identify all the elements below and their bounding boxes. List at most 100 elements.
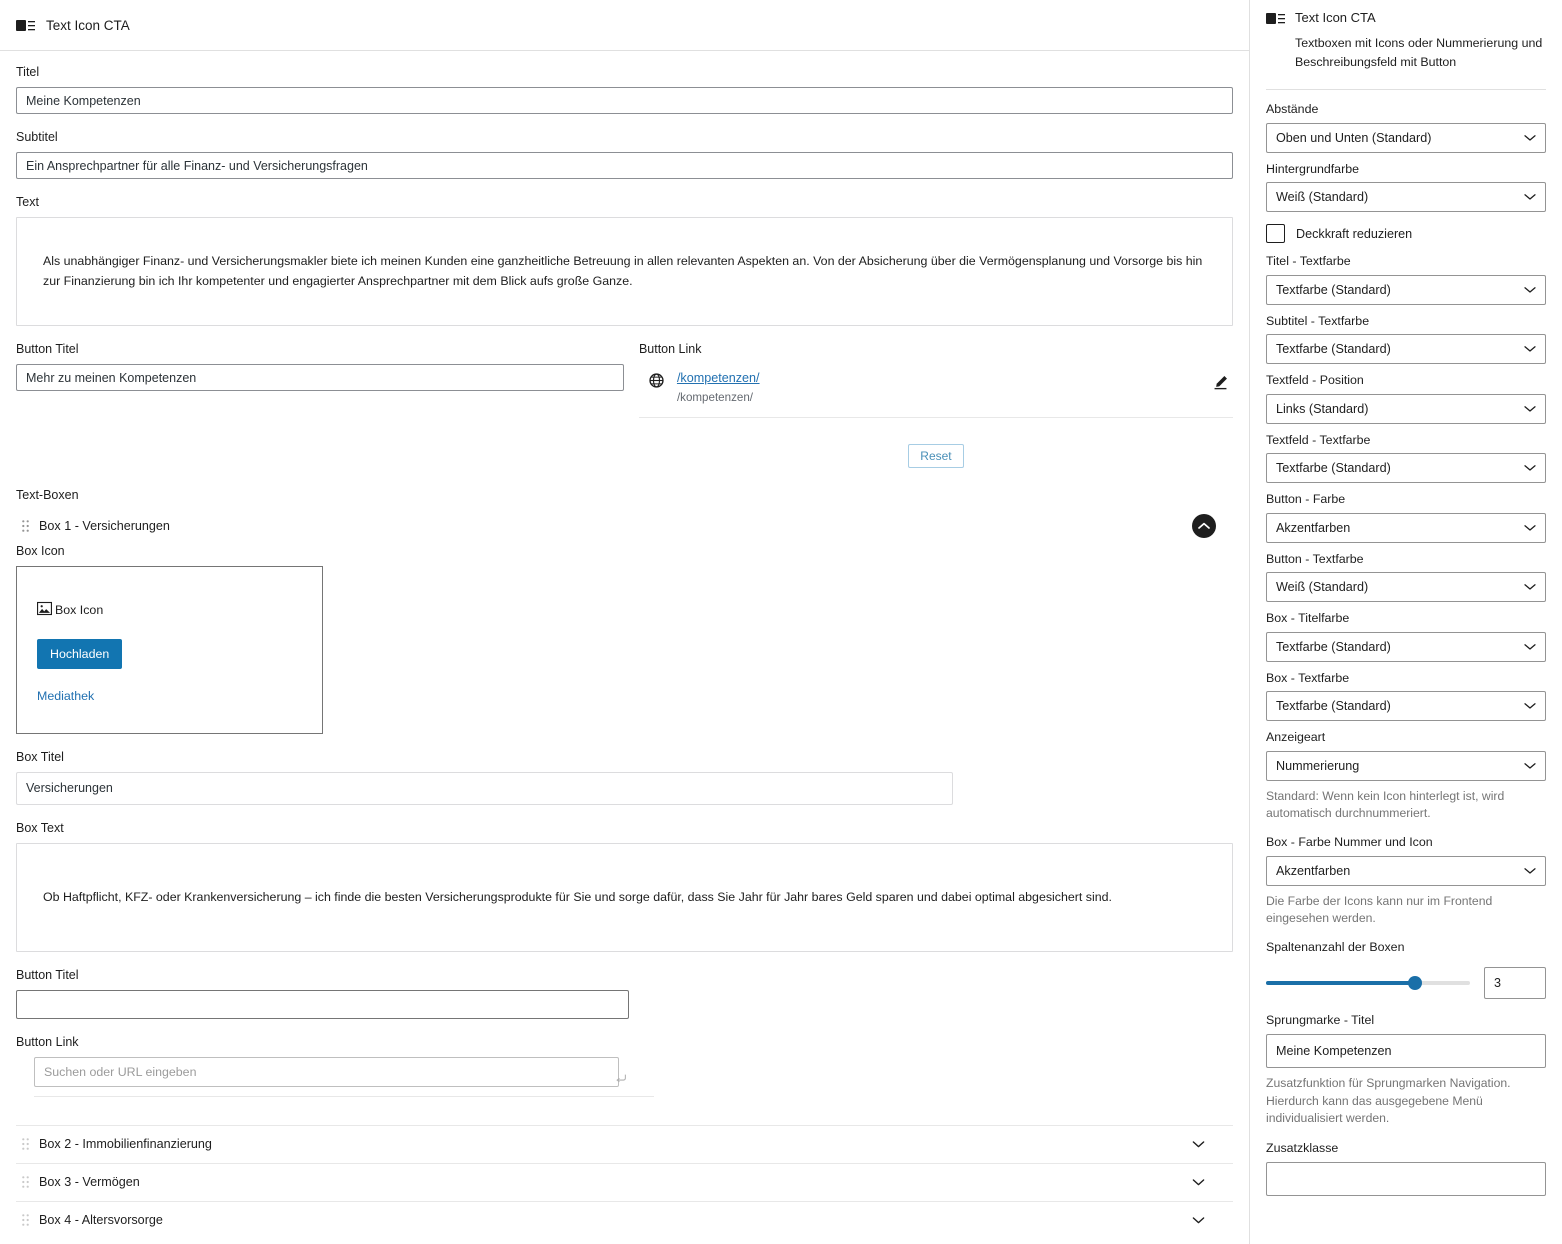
drag-handle-icon[interactable] xyxy=(16,1138,34,1151)
box-header-1[interactable]: Box 1 - Versicherungen xyxy=(16,510,1233,544)
chevron-down-icon xyxy=(1524,580,1536,594)
label-text: Text xyxy=(16,195,39,209)
select-titel-textfarbe-value: Textfarbe (Standard) xyxy=(1276,282,1391,297)
label-box-textfarbe: Box - Textfarbe xyxy=(1266,670,1350,685)
label-box-titelfarbe: Box - Titelfarbe xyxy=(1266,611,1350,626)
slider-fill xyxy=(1266,981,1415,986)
spaltenanzahl-number-input[interactable] xyxy=(1484,967,1546,1000)
box-header-2[interactable]: Box 2 - Immobilienfinanzierung xyxy=(16,1124,1233,1163)
slider-thumb[interactable] xyxy=(1407,976,1422,991)
help-sprungmarke: Zusatzfunktion für Sprungmarken Navigati… xyxy=(1266,1075,1511,1126)
label-textfeld-textfarbe: Textfeld - Textfarbe xyxy=(1266,432,1371,447)
link-url[interactable]: /kompetenzen/ xyxy=(677,370,1195,387)
collapsed-boxes: Box 2 - Immobilienfinanzierung Box 3 - V… xyxy=(16,1124,1233,1239)
link-preview: /kompetenzen/ /kompetenzen/ xyxy=(638,364,1233,418)
chevron-down-icon xyxy=(1524,402,1536,416)
label-button-titel: Button Titel xyxy=(16,342,79,357)
media-and-text-icon xyxy=(16,19,35,32)
upload-button[interactable]: Hochladen xyxy=(37,638,123,669)
chevron-down-icon[interactable] xyxy=(1186,1137,1211,1152)
box-icon-uploader: Box Icon Hochladen Mediathek xyxy=(16,565,323,734)
select-anzeigeart-value: Nummerierung xyxy=(1276,758,1360,773)
box-button-link-input[interactable] xyxy=(35,1057,618,1086)
checkbox-row-deckkraft: Deckkraft reduzieren xyxy=(1266,224,1546,244)
box-name-1: Box 1 - Versicherungen xyxy=(39,518,170,533)
select-box-farbe-nummer-icon-value: Akzentfarben xyxy=(1276,863,1351,878)
select-button-textfarbe[interactable]: Weiß (Standard) xyxy=(1266,572,1546,603)
label-box-farbe-nummer-icon: Box - Farbe Nummer und Icon xyxy=(1266,835,1433,850)
box-button-titel-input[interactable] xyxy=(16,989,629,1019)
label-box-titel: Box Titel xyxy=(16,749,64,764)
sprungmarke-titel-input[interactable] xyxy=(1266,1033,1546,1068)
drag-handle-icon[interactable] xyxy=(16,520,34,532)
label-box-text: Box Text xyxy=(16,820,64,835)
select-subtitel-textfarbe-value: Textfarbe (Standard) xyxy=(1276,342,1391,357)
reset-row: Reset xyxy=(639,443,1233,468)
drag-handle-icon[interactable] xyxy=(16,1214,34,1227)
box-header-4[interactable]: Box 4 - Altersvorsorge xyxy=(16,1200,1233,1239)
label-abstaende: Abstände xyxy=(1266,102,1319,117)
box-titel-input[interactable] xyxy=(16,771,953,805)
box-button-link-search[interactable] xyxy=(34,1056,626,1087)
box-name-3: Box 3 - Vermögen xyxy=(39,1175,140,1190)
label-titel-textfarbe: Titel - Textfarbe xyxy=(1266,254,1351,269)
chevron-down-icon[interactable] xyxy=(1186,1213,1211,1228)
label-hintergrundfarbe: Hintergrundfarbe xyxy=(1266,161,1359,176)
box-header-3[interactable]: Box 3 - Vermögen xyxy=(16,1162,1233,1201)
chevron-down-icon xyxy=(1524,283,1536,297)
spaltenanzahl-slider[interactable] xyxy=(1266,976,1470,991)
sidebar-block-title: Text Icon CTA xyxy=(1295,10,1376,25)
help-anzeigeart: Standard: Wenn kein Icon hinterlegt ist,… xyxy=(1266,788,1505,821)
select-abstaende[interactable]: Oben und Unten (Standard) xyxy=(1266,122,1546,153)
select-subtitel-textfarbe[interactable]: Textfarbe (Standard) xyxy=(1266,334,1546,365)
chevron-up-icon[interactable] xyxy=(1192,513,1216,538)
help-box-farbe-nummer-icon: Die Farbe der Icons kann nur im Frontend… xyxy=(1266,893,1493,926)
zusatzklasse-input[interactable] xyxy=(1266,1161,1546,1196)
media-and-text-icon xyxy=(1266,10,1285,71)
label-titel: Titel xyxy=(16,65,40,79)
select-hintergrundfarbe[interactable]: Weiß (Standard) xyxy=(1266,182,1546,213)
button-titel-input[interactable] xyxy=(16,364,624,392)
drag-handle-icon[interactable] xyxy=(16,1176,34,1189)
deckkraft-checkbox[interactable] xyxy=(1266,224,1285,244)
editor-app: Text Icon CTA Titel Subtitel Text Als un… xyxy=(0,0,1562,1244)
select-anzeigeart[interactable]: Nummerierung xyxy=(1266,750,1546,781)
select-button-textfarbe-value: Weiß (Standard) xyxy=(1276,580,1369,595)
label-button-link: Button Link xyxy=(638,342,702,357)
media-library-link[interactable]: Mediathek xyxy=(37,689,302,703)
titel-input[interactable] xyxy=(16,87,1233,114)
subtitel-input[interactable] xyxy=(16,152,1233,179)
chevron-down-icon xyxy=(1524,190,1536,204)
link-url-sub: /kompetenzen/ xyxy=(676,391,753,405)
label-anzeigeart: Anzeigeart xyxy=(1266,730,1326,745)
select-box-farbe-nummer-icon[interactable]: Akzentfarben xyxy=(1266,855,1546,886)
select-box-textfarbe[interactable]: Textfarbe (Standard) xyxy=(1266,691,1546,722)
select-abstaende-value: Oben und Unten (Standard) xyxy=(1276,130,1432,145)
select-textfeld-textfarbe[interactable]: Textfarbe (Standard) xyxy=(1266,453,1546,484)
sidebar-header: Text Icon CTA Textboxen mit Icons oder N… xyxy=(1250,0,1562,71)
button-link-col: Button Link /kompetenzen/ /kompetenzen/ … xyxy=(638,342,1233,468)
box-icon-placeholder: Box Icon xyxy=(37,601,302,619)
box-text-richtext[interactable]: Ob Haftpflicht, KFZ- oder Krankenversich… xyxy=(16,842,1233,952)
chevron-down-icon xyxy=(1524,759,1536,773)
select-button-farbe[interactable]: Akzentfarben xyxy=(1266,512,1546,543)
block-editor-panel: Text Icon CTA Titel Subtitel Text Als un… xyxy=(0,0,1250,1244)
pencil-icon[interactable] xyxy=(1208,374,1233,394)
chevron-down-icon[interactable] xyxy=(1186,1175,1211,1190)
box-name-4: Box 4 - Altersvorsorge xyxy=(39,1213,163,1228)
chevron-down-icon xyxy=(1524,131,1536,145)
text-richtext[interactable]: Als unabhängiger Finanz- und Versicherun… xyxy=(16,217,1233,327)
box-button-link-wrap xyxy=(16,1056,654,1097)
sidebar-settings: Abstände Oben und Unten (Standard) Hinte… xyxy=(1250,90,1562,1196)
select-box-titelfarbe-value: Textfarbe (Standard) xyxy=(1276,639,1391,654)
select-textfeld-position[interactable]: Links (Standard) xyxy=(1266,393,1546,424)
box-icon-placeholder-label: Box Icon xyxy=(55,602,104,617)
chevron-down-icon xyxy=(1524,699,1536,713)
select-box-titelfarbe[interactable]: Textfarbe (Standard) xyxy=(1266,631,1546,662)
select-titel-textfarbe[interactable]: Textfarbe (Standard) xyxy=(1266,274,1546,305)
chevron-down-icon xyxy=(1524,640,1536,654)
chevron-down-icon xyxy=(1524,864,1536,878)
label-sprungmarke-titel: Sprungmarke - Titel xyxy=(1266,1013,1375,1028)
reset-button[interactable]: Reset xyxy=(908,443,964,468)
label-box-icon: Box Icon xyxy=(16,543,65,558)
